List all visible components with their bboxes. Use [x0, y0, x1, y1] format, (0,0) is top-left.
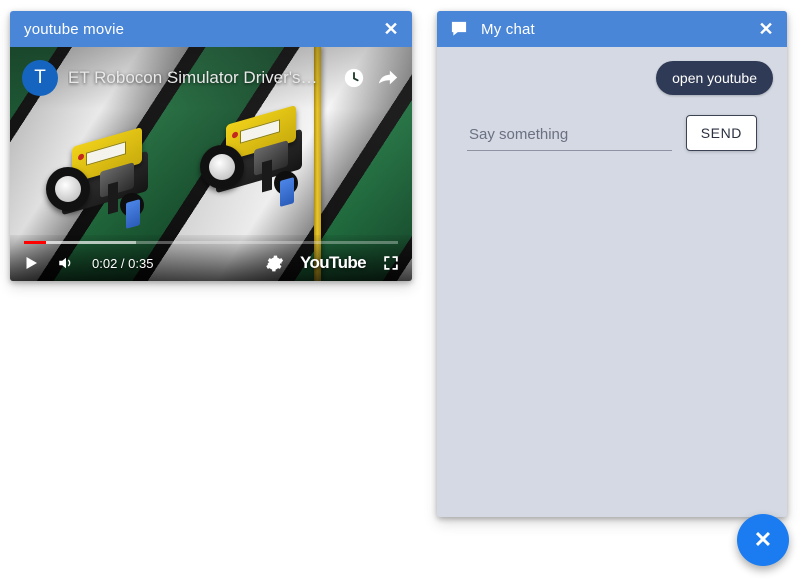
clock-icon[interactable] — [342, 66, 366, 90]
video-player[interactable]: T ET Robocon Simulator Driver's… 0:02 / … — [10, 47, 412, 281]
youtube-brand-logo[interactable]: YouTube — [300, 253, 367, 273]
chat-window-header: My chat ✕ — [437, 11, 787, 47]
channel-avatar[interactable]: T — [22, 60, 58, 96]
robot-arm — [108, 181, 118, 215]
close-floating-action-button[interactable]: ✕ — [737, 514, 789, 566]
video-title[interactable]: ET Robocon Simulator Driver's… — [68, 68, 332, 88]
fullscreen-icon[interactable] — [382, 254, 400, 272]
share-arrow-icon[interactable] — [376, 66, 400, 90]
chat-message-list: open youtube SEND — [437, 47, 787, 517]
player-buttons: 0:02 / 0:35 YouTube — [10, 245, 412, 281]
robot-wheel-rim — [55, 176, 81, 202]
youtube-window-title: youtube movie — [24, 20, 125, 38]
send-button[interactable]: SEND — [685, 115, 757, 151]
volume-icon[interactable] — [56, 254, 76, 272]
youtube-window: youtube movie ✕ T ET Robocon Simulator D… — [10, 11, 412, 281]
video-title-bar: T ET Robocon Simulator Driver's… — [10, 47, 412, 109]
robot-sensor-block — [280, 176, 294, 208]
robot-sensor-block — [126, 198, 140, 230]
simulator-robot-right — [196, 104, 316, 215]
chat-message-row: open youtube — [451, 61, 773, 95]
youtube-window-header: youtube movie ✕ — [10, 11, 412, 47]
chat-window-close-icon[interactable]: ✕ — [755, 18, 777, 40]
play-icon[interactable] — [22, 254, 40, 272]
chat-message-input[interactable] — [467, 122, 672, 151]
chat-bubble-icon — [449, 19, 469, 39]
robot-wheel-rim — [209, 154, 235, 180]
simulator-robot-left — [42, 126, 162, 237]
video-time-display: 0:02 / 0:35 — [92, 255, 154, 271]
robot-arm — [262, 159, 272, 193]
chat-message-bubble: open youtube — [656, 61, 773, 95]
chat-window: My chat ✕ open youtube SEND — [437, 11, 787, 517]
close-icon: ✕ — [753, 527, 773, 552]
chat-composer: SEND — [451, 95, 773, 151]
youtube-window-close-icon[interactable]: ✕ — [380, 18, 402, 40]
gear-icon[interactable] — [265, 254, 284, 273]
chat-window-title: My chat — [481, 20, 535, 38]
video-progress-played — [24, 241, 47, 244]
player-controls-bar: 0:02 / 0:35 YouTube — [10, 235, 412, 281]
video-progress-bar[interactable] — [24, 241, 398, 244]
